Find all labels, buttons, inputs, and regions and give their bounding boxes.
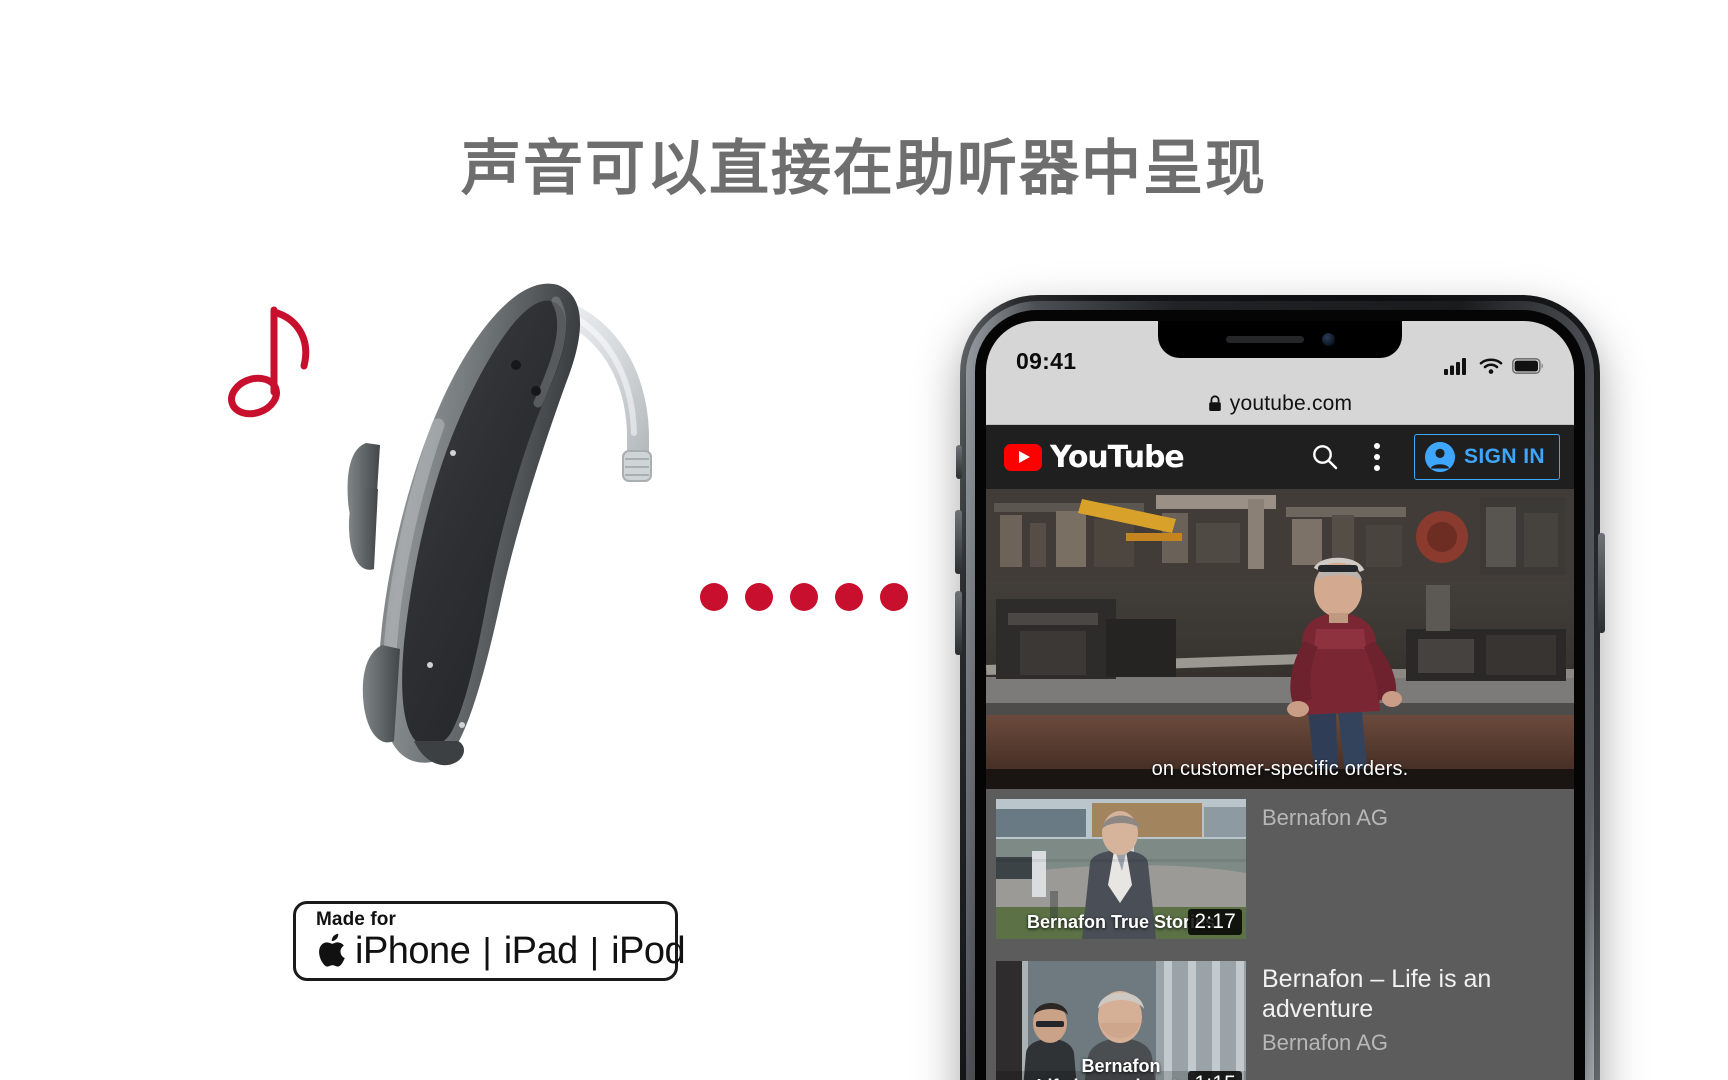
overflow-menu-button[interactable] [1358, 438, 1396, 476]
made-for-label: Made for [316, 909, 396, 930]
video-list: Bernafon True Stories 2:17 Bernafon AG B… [986, 789, 1574, 1080]
page-title: 声音可以直接在助听器中呈现 [461, 134, 1267, 204]
youtube-wordmark: YouTube [1050, 439, 1185, 475]
music-note-icon [228, 306, 310, 418]
mfi-separator: | [589, 930, 600, 971]
behind-the-ear-hearing-aid [347, 283, 652, 766]
lock-icon [1208, 395, 1221, 411]
search-button[interactable] [1306, 438, 1344, 476]
youtube-logo[interactable]: YouTube [1004, 439, 1185, 475]
player-caption: on customer-specific orders. [1151, 758, 1409, 780]
mute-switch[interactable] [956, 445, 962, 479]
mfi-device-ipad: iPad [503, 930, 579, 972]
sign-in-button[interactable]: SIGN IN [1414, 434, 1560, 480]
video-player[interactable]: on customer-specific orders. [986, 489, 1574, 789]
video-thumbnail[interactable]: Bernafon Life is an adventure 1:15 [996, 961, 1246, 1080]
status-icon-group [1444, 357, 1544, 375]
list-item[interactable]: Bernafon Life is an adventure 1:15 Berna… [986, 951, 1574, 1080]
player-video-frame [986, 489, 1574, 789]
kebab-menu-icon [1374, 443, 1381, 471]
apple-logo-icon [319, 933, 345, 967]
search-icon [1313, 445, 1338, 470]
video-duration: 1:15 [1188, 1071, 1242, 1080]
sound-dot [745, 583, 773, 611]
list-item[interactable]: Bernafon True Stories 2:17 Bernafon AG [986, 789, 1574, 951]
video-meta: Bernafon AG [1262, 799, 1560, 831]
sound-transmission-dots [700, 583, 908, 611]
battery-icon [1512, 358, 1543, 374]
sound-dot [880, 583, 908, 611]
account-circle-icon [1425, 442, 1456, 472]
slide-canvas: 声音可以直接在助听器中呈现 Made for iPhone | iPad | i… [0, 0, 1728, 1080]
thumbnail-title-line-1: Bernafon [1081, 1055, 1161, 1076]
iphone-mockup: 09:41 youtube.com YouTube SIGN IN on cus… [955, 295, 1605, 1080]
url-text: youtube.com [1229, 391, 1353, 415]
thumbnail-title-line-2: Life is an adventure [1036, 1076, 1205, 1080]
video-duration: 2:17 [1188, 909, 1242, 935]
sign-in-label: SIGN IN [1464, 445, 1545, 468]
mfi-device-iphone: iPhone [355, 930, 471, 972]
sound-dot [700, 583, 728, 611]
ios-status-bar: 09:41 [986, 321, 1574, 383]
video-title: Bernafon – Life is an adventure [1262, 965, 1492, 1023]
video-meta: Bernafon – Life is an adventure Bernafon… [1262, 961, 1560, 1056]
sound-dot [790, 583, 818, 611]
volume-up-button[interactable] [955, 510, 962, 574]
status-clock: 09:41 [1016, 348, 1077, 374]
youtube-play-icon [1004, 443, 1042, 471]
phone-screen: 09:41 youtube.com YouTube SIGN IN on cus… [986, 321, 1574, 1080]
safari-url-bar[interactable]: youtube.com [986, 383, 1574, 425]
youtube-header: YouTube SIGN IN [986, 425, 1574, 489]
cellular-signal-icon [1444, 358, 1466, 375]
volume-down-button[interactable] [955, 591, 962, 655]
video-thumbnail[interactable]: Bernafon True Stories 2:17 [996, 799, 1246, 939]
sound-dot [835, 583, 863, 611]
mfi-separator: | [482, 930, 492, 971]
phone-notch [1158, 321, 1402, 358]
video-channel: Bernafon AG [1262, 805, 1388, 830]
power-button[interactable] [1598, 533, 1605, 633]
video-channel: Bernafon AG [1262, 1030, 1388, 1055]
front-camera [1321, 333, 1335, 346]
earpiece-speaker [1225, 336, 1304, 343]
wifi-icon [1479, 358, 1503, 374]
made-for-apple-badge: Made for iPhone | iPad | iPod [293, 901, 686, 981]
mfi-device-ipod: iPod [611, 930, 686, 972]
